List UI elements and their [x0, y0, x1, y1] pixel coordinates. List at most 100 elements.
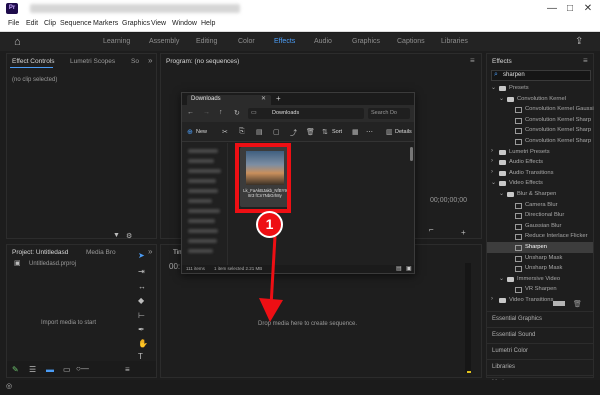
menu-graphics[interactable]: Graphics — [122, 20, 150, 27]
share-file-icon[interactable]: ⤴ — [290, 128, 297, 138]
close-icon[interactable]: ✕ — [581, 2, 595, 16]
workspace-editing[interactable]: Editing — [196, 38, 217, 45]
menu-help[interactable]: Help — [201, 20, 215, 27]
tile-view-toggle-icon[interactable]: ▣ — [406, 265, 412, 272]
home-icon[interactable]: ⌂ — [14, 36, 21, 48]
explorer-search-box[interactable]: Search Do — [368, 108, 410, 119]
more-options-icon[interactable]: ⋯ — [366, 128, 373, 136]
wrench-icon[interactable]: ⚙ — [126, 232, 132, 240]
refresh-icon[interactable]: ↻ — [234, 109, 240, 117]
new-tab-button[interactable]: + — [276, 94, 281, 103]
rename-icon[interactable]: ▢ — [273, 128, 280, 136]
workspace-effects[interactable]: Effects — [274, 38, 295, 45]
type-tool-icon[interactable]: T — [138, 352, 143, 361]
share-icon[interactable]: ⇪ — [575, 36, 583, 47]
sort-icon[interactable]: ≡ — [125, 365, 130, 374]
effect-item[interactable]: Directional Blur — [487, 210, 593, 221]
nav-item[interactable] — [188, 229, 218, 233]
panel-section-essential-graphics[interactable]: Essential Graphics — [487, 311, 593, 327]
workspace-captions[interactable]: Captions — [397, 38, 425, 45]
forward-arrow-icon[interactable]: → — [203, 109, 210, 116]
effects-search-input[interactable]: sharpen — [503, 72, 525, 78]
nav-item[interactable] — [188, 209, 220, 213]
menu-file[interactable]: File — [8, 20, 19, 27]
chevron-icon[interactable]: ⌄ — [491, 84, 496, 91]
hand-tool-icon[interactable]: ✋ — [138, 339, 148, 348]
paste-icon[interactable]: ▤ — [256, 128, 263, 136]
maximize-icon[interactable]: □ — [563, 2, 577, 16]
chevron-icon[interactable]: › — [491, 169, 493, 175]
selection-tool-icon[interactable]: ➤ — [138, 251, 145, 260]
workspace-libraries[interactable]: Libraries — [441, 38, 468, 45]
effect-item[interactable]: Convolution Kernel Sharp — [487, 115, 593, 126]
chevron-icon[interactable]: ⌄ — [499, 275, 504, 282]
chevron-icon[interactable]: ⌄ — [499, 95, 504, 102]
nav-item[interactable] — [188, 179, 216, 183]
up-arrow-icon[interactable]: ↑ — [219, 109, 223, 116]
workspace-assembly[interactable]: Assembly — [149, 38, 179, 45]
zoom-slider-icon[interactable]: ○— — [76, 364, 89, 373]
list-view-icon[interactable]: ☰ — [29, 365, 36, 374]
ripple-edit-tool-icon[interactable]: ↔ — [138, 282, 146, 291]
settings-icon[interactable]: ⌐ — [429, 225, 434, 234]
menu-window[interactable]: Window — [172, 20, 197, 27]
effect-item[interactable]: Gaussian Blur — [487, 221, 593, 232]
panel-menu-icon[interactable]: ≡ — [583, 56, 588, 65]
effect-item[interactable]: Reduce Interlace Flicker — [487, 231, 593, 242]
menu-view[interactable]: View — [151, 20, 166, 27]
icon-view-icon[interactable]: ▬ — [46, 365, 54, 374]
panel-section-libraries[interactable]: Libraries — [487, 359, 593, 375]
effect-item[interactable]: Sharpen — [487, 242, 593, 253]
tab-close-icon[interactable]: ✕ — [261, 95, 266, 102]
nav-item[interactable] — [188, 159, 214, 163]
effects-folder[interactable]: › Audio Transitions — [487, 168, 593, 179]
chevron-icon[interactable]: › — [491, 158, 493, 164]
workspace-learning[interactable]: Learning — [103, 38, 130, 45]
slip-tool-icon[interactable]: ⊢ — [138, 311, 145, 320]
nav-item[interactable] — [188, 249, 213, 253]
effect-item[interactable]: Convolution Kernel Sharp — [487, 136, 593, 147]
menu-edit[interactable]: Edit — [26, 20, 38, 27]
tab-source[interactable]: So — [131, 58, 139, 65]
nav-item[interactable] — [188, 149, 218, 153]
list-view-toggle-icon[interactable]: ▤ — [396, 265, 402, 272]
effects-search-box[interactable]: ⌕ sharpen — [491, 70, 591, 81]
view-icon[interactable]: ▦ — [352, 128, 359, 136]
delete-file-icon[interactable]: 🗑 — [306, 128, 315, 136]
panel-section-essential-sound[interactable]: Essential Sound — [487, 327, 593, 343]
explorer-tab[interactable]: Downloads ✕ — [187, 95, 271, 105]
new-button[interactable]: New — [196, 129, 207, 135]
minimize-icon[interactable]: — — [545, 2, 559, 16]
address-bar[interactable]: ▭ Downloads — [248, 108, 364, 119]
chevron-icon[interactable]: › — [491, 148, 493, 154]
tab-lumetri-scopes[interactable]: Lumetri Scopes — [70, 58, 115, 65]
effect-item[interactable]: Convolution Kernel Gaussi — [487, 104, 594, 115]
tab-project[interactable]: Project: Untitledasd — [12, 249, 68, 256]
effect-item[interactable]: Unsharp Mask — [487, 253, 593, 264]
pen-tool-icon[interactable]: ✒ — [138, 325, 145, 334]
workspace-color[interactable]: Color — [238, 38, 255, 45]
menu-sequence[interactable]: Sequence — [60, 20, 92, 27]
sort-file-icon[interactable]: ⇅ — [322, 128, 328, 136]
freeform-view-icon[interactable]: ▭ — [63, 365, 71, 374]
nav-item[interactable] — [188, 239, 217, 243]
chevron-icon[interactable]: ⌄ — [499, 190, 504, 197]
details-button[interactable]: Details — [395, 129, 412, 135]
chevron-icon[interactable]: › — [491, 296, 493, 302]
delete-icon[interactable]: 🗑 — [573, 300, 582, 308]
tab-effect-controls[interactable]: Effect Controls — [12, 58, 55, 65]
nav-item[interactable] — [188, 169, 221, 173]
explorer-scrollbar[interactable] — [410, 147, 413, 161]
workspace-audio[interactable]: Audio — [314, 38, 332, 45]
effect-item[interactable]: Convolution Kernel Sharp — [487, 125, 593, 136]
cut-icon[interactable]: ✂ — [222, 128, 228, 136]
filter-icon[interactable]: ▼ — [113, 232, 120, 239]
effects-folder[interactable]: ⌄ Immersive Video — [487, 274, 593, 285]
effect-item[interactable]: Unsharp Mask — [487, 263, 593, 274]
explorer-search-input[interactable]: Search Do — [371, 110, 397, 116]
effect-item[interactable]: VR Sharpen — [487, 284, 593, 295]
tab-media-browser[interactable]: Media Bro — [86, 249, 116, 256]
workspace-graphics[interactable]: Graphics — [352, 38, 380, 45]
chevron-icon[interactable]: ⌄ — [491, 179, 496, 186]
new-bin-icon[interactable] — [553, 301, 565, 306]
